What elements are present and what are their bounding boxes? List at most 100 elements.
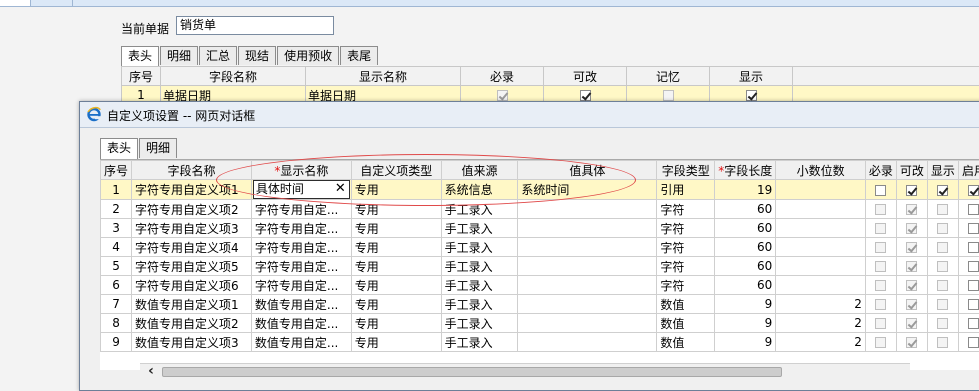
enabled-checkbox-icon[interactable] bbox=[968, 242, 979, 253]
cell-custom-type[interactable]: 专用 bbox=[351, 314, 441, 333]
table-row[interactable]: 7数值专用自定义项1数值专用自定...专用手工录入数值92 bbox=[101, 295, 979, 314]
cell-decimals[interactable] bbox=[776, 200, 866, 219]
cell-display-name[interactable]: 字符专用自定... bbox=[251, 200, 351, 219]
app-tab-active[interactable] bbox=[0, 0, 31, 6]
required-checkbox-icon[interactable] bbox=[875, 185, 886, 196]
checkbox-icon[interactable] bbox=[746, 90, 757, 101]
cell-value-source[interactable]: 手工录入 bbox=[441, 295, 518, 314]
cell-field-length[interactable]: 60 bbox=[715, 219, 776, 238]
required-checkbox-icon[interactable] bbox=[875, 204, 886, 215]
bg-tab-header[interactable]: 表头 bbox=[121, 46, 159, 67]
required-checkbox-icon[interactable] bbox=[875, 299, 886, 310]
editable-checkbox-icon[interactable] bbox=[906, 204, 917, 215]
cell-value-source[interactable]: 手工录入 bbox=[441, 314, 518, 333]
table-row[interactable]: 6字符专用自定义项6字符专用自定...专用手工录入字符60 bbox=[101, 276, 979, 295]
cell-decimals[interactable] bbox=[776, 276, 866, 295]
visible-checkbox-icon[interactable] bbox=[937, 337, 948, 348]
editable-checkbox-icon[interactable] bbox=[906, 337, 917, 348]
current-doc-field[interactable]: 销货单 bbox=[176, 16, 334, 35]
cell-custom-type[interactable]: 专用 bbox=[351, 276, 441, 295]
cell-custom-type[interactable]: 专用 bbox=[351, 180, 441, 200]
visible-checkbox-icon[interactable] bbox=[937, 185, 948, 196]
cell-value-detail[interactable] bbox=[518, 276, 657, 295]
horizontal-scrollbar[interactable]: ‹ bbox=[140, 363, 910, 380]
enabled-checkbox-icon[interactable] bbox=[968, 318, 979, 329]
cell-decimals[interactable] bbox=[776, 180, 866, 200]
cell-display-name[interactable]: 字符专用自定... bbox=[251, 257, 351, 276]
cell-value-detail[interactable]: 系统时间 bbox=[518, 180, 657, 200]
cell-decimals[interactable] bbox=[776, 238, 866, 257]
cell-custom-type[interactable]: 专用 bbox=[351, 257, 441, 276]
table-row[interactable]: 4字符专用自定义项4字符专用自定...专用手工录入字符60 bbox=[101, 238, 979, 257]
table-row[interactable]: 3字符专用自定义项3字符专用自定...专用手工录入字符60 bbox=[101, 219, 979, 238]
cell-value-detail[interactable] bbox=[518, 219, 657, 238]
editable-checkbox-icon[interactable] bbox=[906, 223, 917, 234]
required-checkbox-icon[interactable] bbox=[875, 337, 886, 348]
bg-tab-summary[interactable]: 汇总 bbox=[199, 46, 237, 65]
bg-tab-cash[interactable]: 现结 bbox=[238, 46, 276, 65]
cell-field-length[interactable]: 9 bbox=[715, 314, 776, 333]
app-tab[interactable] bbox=[32, 0, 73, 6]
editable-checkbox-icon[interactable] bbox=[906, 261, 917, 272]
cell-field-length[interactable]: 60 bbox=[715, 257, 776, 276]
editable-checkbox-icon[interactable] bbox=[906, 318, 917, 329]
cell-field-length[interactable]: 9 bbox=[715, 333, 776, 352]
dialog-titlebar[interactable]: 自定义项设置 -- 网页对话框 bbox=[80, 102, 979, 128]
checkbox-icon[interactable] bbox=[663, 90, 674, 101]
enabled-checkbox-icon[interactable] bbox=[968, 337, 979, 348]
table-row[interactable]: 2字符专用自定义项2字符专用自定...专用手工录入字符60 bbox=[101, 200, 979, 219]
cell-field-length[interactable]: 60 bbox=[715, 238, 776, 257]
visible-checkbox-icon[interactable] bbox=[937, 318, 948, 329]
cell-custom-type[interactable]: 专用 bbox=[351, 333, 441, 352]
cell-value-source[interactable]: 手工录入 bbox=[441, 219, 518, 238]
cell-decimals[interactable] bbox=[776, 219, 866, 238]
editable-checkbox-icon[interactable] bbox=[906, 299, 917, 310]
editable-checkbox-icon[interactable] bbox=[906, 280, 917, 291]
required-checkbox-icon[interactable] bbox=[875, 242, 886, 253]
editable-checkbox-icon[interactable] bbox=[906, 242, 917, 253]
required-checkbox-icon[interactable] bbox=[875, 318, 886, 329]
cell-value-source[interactable]: 系统信息 bbox=[441, 180, 518, 200]
cell-field-length[interactable]: 60 bbox=[715, 276, 776, 295]
visible-checkbox-icon[interactable] bbox=[937, 261, 948, 272]
clear-icon[interactable]: ✕ bbox=[335, 181, 346, 197]
cell-value-source[interactable]: 手工录入 bbox=[441, 276, 518, 295]
table-row[interactable]: 5字符专用自定义项5字符专用自定...专用手工录入字符60 bbox=[101, 257, 979, 276]
cell-decimals[interactable]: 2 bbox=[776, 314, 866, 333]
table-row[interactable]: 8数值专用自定义项2数值专用自定...专用手工录入数值92 bbox=[101, 314, 979, 333]
tab-header[interactable]: 表头 bbox=[100, 138, 138, 160]
editable-checkbox-icon[interactable] bbox=[906, 185, 917, 196]
cell-decimals[interactable] bbox=[776, 257, 866, 276]
enabled-checkbox-icon[interactable] bbox=[968, 185, 979, 196]
table-row[interactable]: 1字符专用自定义项1具体时间✕专用系统信息系统时间引用19 bbox=[101, 180, 979, 200]
cell-value-detail[interactable] bbox=[518, 295, 657, 314]
enabled-checkbox-icon[interactable] bbox=[968, 299, 979, 310]
cell-value-source[interactable]: 手工录入 bbox=[441, 333, 518, 352]
cell-value-detail[interactable] bbox=[518, 238, 657, 257]
required-checkbox-icon[interactable] bbox=[875, 280, 886, 291]
visible-checkbox-icon[interactable] bbox=[937, 299, 948, 310]
cell-value-detail[interactable] bbox=[518, 333, 657, 352]
bg-tab-footer[interactable]: 表尾 bbox=[340, 46, 378, 65]
checkbox-icon[interactable] bbox=[580, 90, 591, 101]
cell-value-source[interactable]: 手工录入 bbox=[441, 238, 518, 257]
cell-field-length[interactable]: 9 bbox=[715, 295, 776, 314]
display-name-editor[interactable]: 具体时间✕ bbox=[253, 180, 350, 199]
cell-custom-type[interactable]: 专用 bbox=[351, 200, 441, 219]
cell-value-detail[interactable] bbox=[518, 314, 657, 333]
bg-tab-prepay[interactable]: 使用预收 bbox=[277, 46, 339, 65]
visible-checkbox-icon[interactable] bbox=[937, 223, 948, 234]
checkbox-icon[interactable] bbox=[497, 90, 508, 101]
cell-display-name[interactable]: 字符专用自定... bbox=[251, 238, 351, 257]
cell-display-name[interactable]: 字符专用自定... bbox=[251, 276, 351, 295]
required-checkbox-icon[interactable] bbox=[875, 223, 886, 234]
visible-checkbox-icon[interactable] bbox=[937, 242, 948, 253]
table-row[interactable]: 9数值专用自定义项3数值专用自定...专用手工录入数值92 bbox=[101, 333, 979, 352]
cell-display-name[interactable]: 数值专用自定... bbox=[251, 295, 351, 314]
cell-decimals[interactable]: 2 bbox=[776, 295, 866, 314]
scrollbar-thumb[interactable] bbox=[162, 367, 782, 377]
cell-value-detail[interactable] bbox=[518, 200, 657, 219]
cell-value-source[interactable]: 手工录入 bbox=[441, 257, 518, 276]
scroll-left-arrow-icon[interactable]: ‹ bbox=[144, 364, 158, 380]
enabled-checkbox-icon[interactable] bbox=[968, 204, 979, 215]
